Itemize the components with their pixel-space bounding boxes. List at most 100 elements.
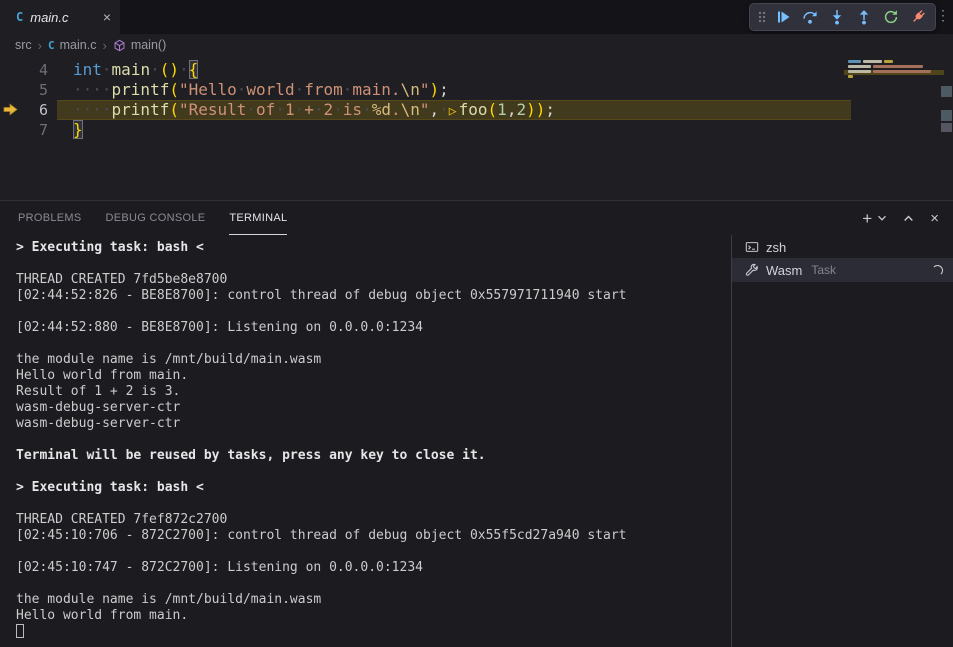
code-token: ) [429,80,439,99]
code-token: ) [536,100,546,119]
code-token: " [420,100,430,119]
overview-ruler-mark [941,110,952,121]
debug-step-over-icon[interactable] [798,5,822,29]
terminal-line [16,256,731,272]
code-token: , [507,100,517,119]
code-line: ····printf("Hello·world·from·main.\n"); [73,80,555,100]
terminal-output[interactable]: > Executing task: bash < THREAD CREATED 7… [0,235,731,647]
terminal-line: the module name is /mnt/build/main.wasm [16,592,731,608]
terminal-list-item-zsh[interactable]: zsh [732,236,953,258]
terminal-list: zshWasmTask [731,235,953,647]
code-token: int [73,60,102,79]
code-token: of [256,100,275,119]
inline-run-marker-icon[interactable]: ▷ [449,104,457,119]
code-token: ···· [73,100,112,119]
breadcrumb-item[interactable]: Cmain.c [48,38,96,52]
breadcrumb-item-label: src [15,38,32,52]
code-token: · [314,100,324,119]
code-editor[interactable]: 4567 int·main·()·{····printf("Hello·worl… [0,56,953,200]
code-token: main [112,60,151,79]
terminal-line: [02:44:52:880 - BE8E8700]: Listening on … [16,320,731,336]
code-line: int·main·()·{ [73,60,555,80]
code-token: 2 [324,100,334,119]
code-token: "Hello [179,80,237,99]
minimap-line [848,60,940,63]
line-number: 7 [0,120,48,140]
code-token: ···· [73,80,112,99]
panel-tab-terminal[interactable]: TERMINAL [229,201,287,235]
close-panel-icon[interactable]: × [930,211,939,226]
terminal-line: Result of 1 + 2 is 3. [16,384,731,400]
breadcrumb-item[interactable]: main() [113,38,166,52]
terminal-line: [02:44:52:826 - BE8E8700]: control threa… [16,288,731,304]
new-terminal-button[interactable]: + [862,210,872,227]
terminal-line [16,544,731,560]
code-token: ( [160,60,170,79]
breadcrumb-separator-icon: › [38,38,42,53]
loading-spinner-icon [932,265,943,276]
code-token: 2 [516,100,526,119]
code-token: + [304,100,314,119]
overview-ruler-mark [941,123,952,132]
debug-continue-icon[interactable] [771,5,795,29]
code-token: "Result [179,100,246,119]
minimap-line [848,65,940,68]
editor-gutter[interactable]: 4567 [0,60,48,140]
code-token: ) [169,60,179,79]
code-token: is [343,100,362,119]
terminal-line [16,464,731,480]
terminal-item-label: Wasm [766,263,802,278]
tab-bar: C main.c × [0,0,953,34]
maximize-panel-icon[interactable] [903,213,914,224]
debug-disconnect-icon[interactable] [906,5,930,29]
code-token: · [343,80,353,99]
breadcrumb-item[interactable]: src [15,38,32,52]
code-token: · [150,60,160,79]
terminal-line: Hello world from main. [16,368,731,384]
debug-execution-pointer-icon [3,103,18,121]
panel-tab-problems[interactable]: PROBLEMS [18,201,82,235]
code-token: · [246,100,256,119]
code-token: . [391,100,401,119]
terminal-line: wasm-debug-server-ctr [16,416,731,432]
code-token: main. [352,80,400,99]
tab-close-icon[interactable]: × [103,10,111,24]
code-token: · [333,100,343,119]
code-token: · [295,80,305,99]
debug-toolbar [749,3,936,31]
panel-tabs: PROBLEMS DEBUG CONSOLE TERMINAL [18,201,311,235]
debug-step-into-icon[interactable] [825,5,849,29]
terminal-line: wasm-debug-server-ctr [16,400,731,416]
panel-header: PROBLEMS DEBUG CONSOLE TERMINAL + × [0,201,953,235]
terminal-line: > Executing task: bash < [16,480,731,496]
code-lines: int·main·()·{····printf("Hello·world·fro… [73,60,555,140]
code-token: } [73,120,83,139]
terminal-list-item-wasm[interactable]: WasmTask [732,258,953,282]
code-token: %d [372,100,391,119]
tab-main-c[interactable]: C main.c × [0,0,120,34]
terminal-line [16,624,731,640]
code-token: ( [169,80,179,99]
terminal-line [16,304,731,320]
more-actions-icon[interactable]: ⋮ [936,7,950,24]
drag-handle-icon[interactable] [755,5,768,29]
terminal-dropdown-icon[interactable] [877,213,887,223]
breadcrumb-item-label: main() [131,38,166,52]
terminal-line: Terminal will be reused by tasks, press … [16,448,731,464]
code-token: ; [545,100,555,119]
debug-restart-icon[interactable] [879,5,903,29]
code-token: \n [401,80,420,99]
panel-actions: + × [862,210,939,227]
code-token: world [246,80,294,99]
code-token: · [275,100,285,119]
code-token: ; [439,80,449,99]
terminal-line: > Executing task: bash < [16,240,731,256]
bottom-panel: PROBLEMS DEBUG CONSOLE TERMINAL + × > Exec… [0,200,953,647]
panel-tab-debug-console[interactable]: DEBUG CONSOLE [106,201,206,235]
breadcrumb-separator-icon: › [102,38,106,53]
minimap[interactable] [848,60,940,80]
tools-icon [744,263,759,277]
code-token: \n [401,100,420,119]
terminal-line: THREAD CREATED 7fef872c2700 [16,512,731,528]
debug-step-out-icon[interactable] [852,5,876,29]
